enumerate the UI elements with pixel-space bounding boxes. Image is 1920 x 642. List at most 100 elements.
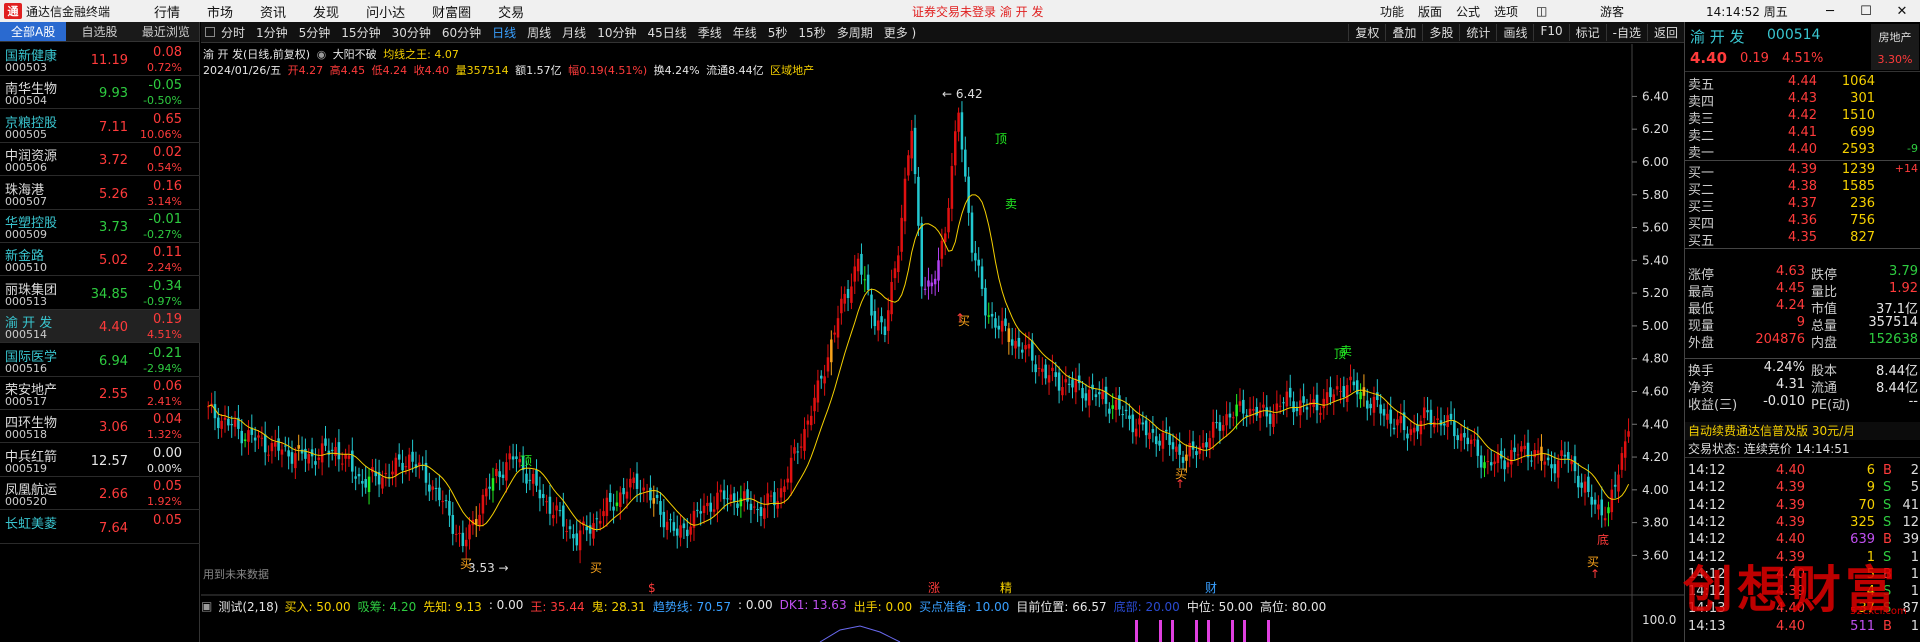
ad-banner[interactable]: 自动续费通达信普及版 30元/月 (1685, 422, 1920, 440)
candle-body (1201, 443, 1205, 448)
candle-body (612, 506, 615, 511)
candle-body (1041, 368, 1044, 372)
candle-body (1255, 406, 1258, 416)
candle-body (337, 442, 341, 460)
candle-body (260, 437, 264, 439)
candle-body (320, 443, 324, 463)
tick-volume: 6 (1866, 463, 1875, 478)
candle-body (726, 498, 729, 500)
ask-row[interactable]: 卖五 4.44 1064 (1685, 74, 1920, 93)
candle-body (742, 491, 746, 501)
candle-body (562, 505, 565, 527)
candle-body (823, 376, 826, 384)
industry-box[interactable]: 房地产 3.30% (1871, 24, 1919, 70)
ask-row[interactable]: 卖一 4.40 2593 -9 (1685, 142, 1920, 161)
candle-body (1104, 386, 1108, 404)
candle-body (635, 473, 639, 489)
industry-pct: 3.30% (1877, 53, 1913, 66)
stat-label: PE(动) (1811, 398, 1851, 413)
y-tick-label: 6.00 (1642, 155, 1669, 169)
candle-body (980, 266, 984, 289)
tick-time: 14:12 (1688, 497, 1726, 513)
candle-body (1111, 405, 1114, 409)
candle-body (1597, 504, 1600, 510)
indicator-title[interactable]: 测试(2,18) (218, 598, 278, 615)
candle-body (856, 258, 860, 272)
tick-count: 39 (1902, 532, 1919, 548)
bid-row[interactable]: 买四 4.36 756 (1685, 213, 1920, 232)
candle-body (1027, 344, 1031, 349)
candle-body (575, 533, 578, 546)
ask-row[interactable]: 卖二 4.41 699 (1685, 125, 1920, 144)
candle-body (508, 453, 511, 460)
candle-body (394, 457, 398, 476)
signal-sell: 卖 (1005, 197, 1017, 211)
candle-body (1422, 407, 1426, 419)
low-mark-label: 3.53 → (468, 561, 509, 575)
candle-body (1232, 417, 1235, 419)
candle-body (1546, 457, 1550, 461)
candle-body (1178, 444, 1181, 455)
candle-body (364, 479, 367, 488)
indicator-toggle-icon[interactable]: ▣ (201, 599, 212, 613)
quote-title: 渝 开 发 000514 4.40 0.19 4.51% 房地产 3.30% (1685, 22, 1920, 72)
candle-body (753, 506, 756, 508)
bid-row[interactable]: 买二 4.38 1585 (1685, 179, 1920, 198)
candle-body (361, 480, 364, 484)
candle-body (876, 320, 880, 331)
candle-body (558, 510, 562, 512)
candle-body (803, 429, 806, 451)
tick-count: 2 (1910, 463, 1919, 478)
ask-volume: 1064 (1841, 74, 1875, 89)
candle-body (930, 282, 934, 287)
tick-volume: 325 (1850, 514, 1875, 530)
quote-panel: 渝 开 发 000514 4.40 0.19 4.51% 房地产 3.30% 卖… (1684, 22, 1920, 642)
candle-body (1238, 401, 1242, 406)
candle-body (1362, 387, 1366, 396)
candle-body (1623, 441, 1627, 458)
candle-body (953, 131, 957, 166)
candle-body (1175, 446, 1178, 452)
candle-body (441, 501, 444, 503)
candle-body (1603, 518, 1607, 521)
ask-row[interactable]: 卖三 4.42 1510 (1685, 108, 1920, 127)
indicator-value-8: DK1: 13.63 (779, 597, 847, 612)
bid-row[interactable]: 买五 4.35 827 (1685, 230, 1920, 249)
candle-body (1349, 376, 1352, 381)
candle-body (1020, 349, 1024, 353)
candle-body (1077, 375, 1081, 384)
candle-body (1476, 439, 1480, 456)
tick-count: 12 (1902, 514, 1919, 530)
candle-body (304, 448, 307, 459)
quote-change: 0.19 (1740, 51, 1769, 66)
candle-body (1506, 462, 1510, 468)
kline-chart[interactable]: 6.40 6.20 6.00 5.80 5.60 5.40 5.20 5.00 4.80 4.60… (0, 0, 1920, 642)
stat-value: 357514 (1868, 315, 1918, 330)
tick-side: B (1883, 532, 1892, 548)
candle-body (820, 375, 823, 379)
candle-body (1054, 372, 1058, 377)
indicator-bar: ▣ 测试(2,18) 买入: 50.00 吸筹: 4.20 先知: 9.13: 0.… (201, 597, 1684, 615)
bid-price: 4.35 (1788, 230, 1817, 245)
candle-body (495, 468, 498, 477)
indicator-value-11: 目前位置: 66.57 (1016, 599, 1107, 614)
candle-body (233, 419, 237, 427)
orderbook-divider (1685, 248, 1920, 249)
bid-row[interactable]: 买一 4.39 1239 +14 (1685, 162, 1920, 181)
ask-row[interactable]: 卖四 4.43 301 (1685, 91, 1920, 110)
candle-body (1473, 439, 1476, 441)
orderbook-divider (1685, 160, 1920, 161)
y-tick-label: 4.40 (1642, 417, 1669, 431)
candle-body (1000, 320, 1004, 332)
bid-row[interactable]: 买三 4.37 236 (1685, 196, 1920, 215)
y-tick-label: 5.60 (1642, 221, 1669, 235)
candle-body (1516, 454, 1520, 456)
candle-body (1543, 461, 1547, 465)
candle-body (1369, 403, 1372, 409)
ask-volume: 699 (1850, 125, 1875, 140)
candle-body (1225, 414, 1228, 426)
candle-body (1556, 460, 1560, 478)
candle-body (1144, 420, 1148, 436)
candle-body (247, 430, 250, 442)
tick-volume: 70 (1858, 497, 1875, 513)
